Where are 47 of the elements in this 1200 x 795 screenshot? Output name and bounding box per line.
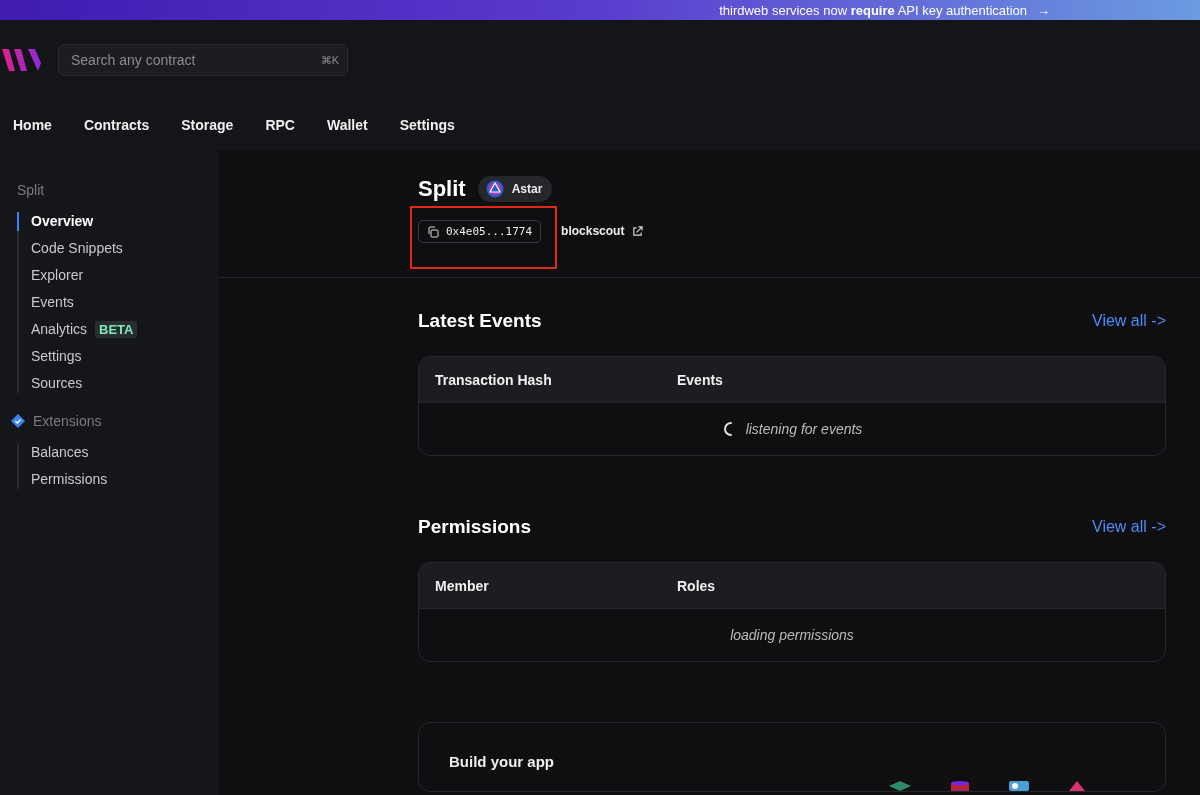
- banner-text: thirdweb services now require API key authentication: [719, 2, 1027, 18]
- nav-tab[interactable]: Storage: [181, 117, 234, 133]
- sidebar-item[interactable]: Balances: [17, 443, 89, 462]
- contract-title: Split: [418, 176, 466, 202]
- nav-tab[interactable]: Home: [13, 117, 52, 133]
- check-diamond-icon: [11, 414, 25, 428]
- nav-tab[interactable]: RPC: [265, 117, 295, 133]
- copy-address-button[interactable]: 0x4e05...1774: [418, 220, 542, 243]
- nav-tab[interactable]: Wallet: [326, 117, 368, 133]
- section-title: Latest Events: [418, 310, 542, 332]
- status-text: listening for events: [745, 421, 863, 437]
- sidebar-item[interactable]: Analytics: [17, 320, 88, 339]
- card-title: Build your app: [449, 753, 554, 770]
- sidebar-item[interactable]: Code Snippets: [17, 239, 123, 258]
- column-header: Roles: [677, 577, 717, 594]
- view-all-link[interactable]: View all ->: [1092, 312, 1166, 330]
- column-header: Events: [677, 371, 724, 388]
- sidebar-heading: Split: [17, 182, 46, 198]
- status-text: loading permissions: [730, 627, 854, 643]
- view-all-link[interactable]: View all ->: [1092, 518, 1166, 536]
- explorer-link[interactable]: blockscout: [561, 224, 644, 238]
- shortcut-hint: ⌘K: [320, 53, 339, 67]
- toggle-icon: [1009, 781, 1029, 791]
- triangle-icon: [1069, 781, 1085, 791]
- column-header: Transaction Hash: [435, 371, 553, 388]
- database-icon: [951, 781, 969, 791]
- sidebar-item[interactable]: Permissions: [17, 470, 108, 489]
- sidebar-item[interactable]: Explorer: [17, 266, 84, 285]
- external-link-icon: [632, 225, 644, 237]
- nav-tab[interactable]: Contracts: [83, 117, 150, 133]
- layers-icon: [889, 781, 911, 791]
- sidebar-heading: Extensions: [33, 413, 102, 429]
- search-field[interactable]: Search any contract ⌘K: [58, 44, 348, 76]
- sidebar-item[interactable]: Settings: [17, 347, 82, 366]
- logo-icon[interactable]: [2, 47, 42, 73]
- sidebar-item[interactable]: Events: [17, 293, 74, 312]
- announcement-banner[interactable]: thirdweb services now require API key authentication →: [0, 0, 1200, 20]
- chain-logo-icon: [485, 180, 504, 198]
- sidebar-item[interactable]: Overview: [17, 212, 94, 231]
- section-title: Permissions: [418, 516, 531, 538]
- nav-tab[interactable]: Settings: [399, 117, 455, 133]
- sidebar-item[interactable]: Sources: [17, 374, 83, 393]
- beta-badge: BETA: [95, 321, 138, 338]
- column-header: Member: [435, 577, 490, 594]
- arrow-icon: →: [1037, 2, 1050, 18]
- copy-icon: [427, 225, 439, 238]
- chain-name: Astar: [511, 182, 543, 196]
